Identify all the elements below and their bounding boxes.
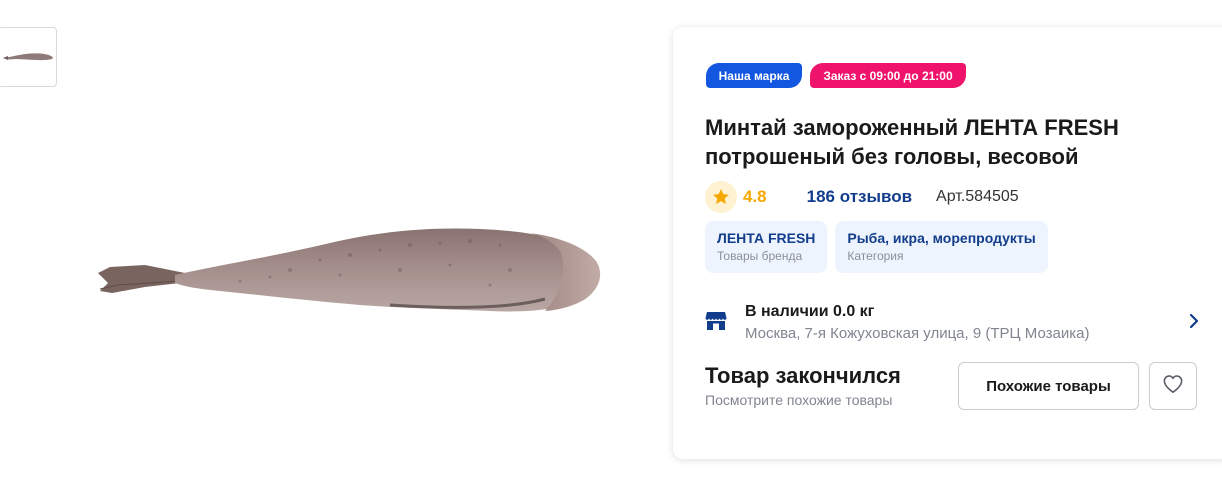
badges: Наша марка Заказ с 09:00 до 21:00: [706, 63, 966, 88]
stock-availability[interactable]: В наличии 0.0 кг Москва, 7-я Кожуховская…: [705, 301, 1200, 345]
rating-row: 4.8 186 отзывов Арт.584505: [705, 181, 1019, 213]
product-title: Минтай замороженный ЛЕНТА FRESH потрошен…: [705, 115, 1119, 169]
brand-chip-title: ЛЕНТА FRESH: [717, 230, 816, 246]
product-info-card: Наша марка Заказ с 09:00 до 21:00 Минтай…: [673, 27, 1222, 459]
sold-out-title: Товар закончился: [705, 363, 901, 388]
stock-title: В наличии 0.0 кг: [745, 303, 875, 320]
sold-out-block: Товар закончился Посмотрите похожие това…: [705, 363, 901, 408]
order-time-badge: Заказ с 09:00 до 21:00: [810, 63, 966, 88]
gallery-thumbnail[interactable]: [0, 27, 57, 87]
own-brand-badge: Наша марка: [706, 63, 802, 88]
favorite-button[interactable]: [1149, 362, 1197, 410]
sku-label: Арт.584505: [936, 188, 1019, 205]
category-chip[interactable]: Рыба, икра, морепродукты Категория: [835, 221, 1048, 273]
store-icon: [705, 311, 727, 331]
star-icon: [705, 181, 737, 213]
category-chip-subtitle: Категория: [847, 249, 904, 263]
fish-thumbnail-image: [2, 53, 53, 61]
fish-image: [98, 228, 601, 312]
sold-out-subtitle: Посмотрите похожие товары: [705, 392, 893, 408]
chevron-right-icon[interactable]: [1188, 312, 1200, 330]
chips-row: ЛЕНТА FRESH Товары бренда Рыба, икра, мо…: [705, 221, 1048, 273]
store-address: Москва, 7-я Кожуховская улица, 9 (ТРЦ Мо…: [745, 325, 1090, 342]
brand-chip-subtitle: Товары бренда: [717, 249, 803, 263]
similar-products-button[interactable]: Похожие товары: [958, 362, 1139, 410]
brand-chip[interactable]: ЛЕНТА FRESH Товары бренда: [705, 221, 828, 273]
product-main-image: [90, 215, 610, 325]
reviews-link[interactable]: 186 отзывов: [807, 187, 912, 207]
category-chip-title: Рыба, икра, морепродукты: [847, 230, 1036, 246]
rating-value: 4.8: [743, 187, 767, 206]
heart-icon: [1162, 374, 1184, 399]
product-page: Наша марка Заказ с 09:00 до 21:00 Минтай…: [0, 0, 1222, 486]
